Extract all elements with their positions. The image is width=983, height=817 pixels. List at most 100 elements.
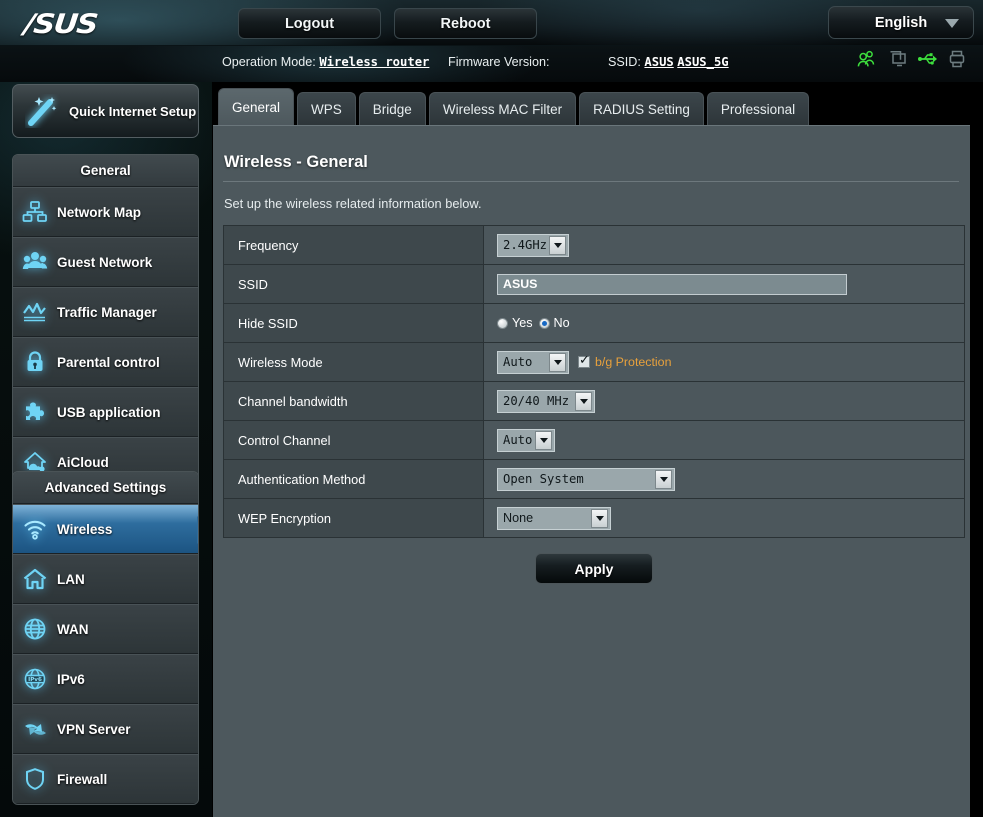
firmware-version-info: Firmware Version: — [448, 55, 549, 69]
channel-bandwidth-value-cell: 20/40 MHz — [484, 382, 964, 420]
sidebar-item-label: IPv6 — [57, 671, 85, 687]
sidebar-item-wireless[interactable]: Wireless — [13, 504, 198, 554]
logout-button[interactable]: Logout — [238, 8, 381, 39]
sidebar-item-label: Firewall — [57, 771, 108, 787]
wep-encryption-label: WEP Encryption — [224, 499, 484, 537]
operation-mode-value[interactable]: Wireless router — [319, 55, 429, 69]
chevron-down-icon — [591, 508, 608, 528]
sidebar-item-guest-network[interactable]: Guest Network — [13, 237, 198, 287]
wireless-mode-select[interactable]: Auto — [497, 350, 569, 374]
bg-protection-control: b/g Protection — [578, 353, 672, 369]
puzzle-icon — [13, 400, 57, 424]
sidebar-item-parental-control[interactable]: Parental control — [13, 337, 198, 387]
globe-icon — [13, 617, 57, 641]
magic-wand-icon — [25, 94, 61, 128]
sidebar-item-firewall[interactable]: Firewall — [13, 754, 198, 804]
sidebar-item-usb-application[interactable]: USB application — [13, 387, 198, 437]
channel-bandwidth-label: Channel bandwidth — [224, 382, 484, 420]
hide-ssid-radio-group: Yes No — [497, 316, 570, 330]
chevron-down-icon — [575, 391, 592, 411]
hide-ssid-no-label: No — [553, 316, 570, 330]
ssid-input[interactable] — [497, 273, 847, 295]
sidebar-item-lan[interactable]: LAN — [13, 554, 198, 604]
authentication-method-select-value: Open System — [503, 472, 584, 486]
sidebar-group-advanced-title: Advanced Settings — [13, 472, 198, 504]
bg-protection-checkbox[interactable] — [578, 353, 590, 368]
quick-internet-setup-label: Quick Internet Setup — [69, 103, 197, 119]
sidebar-item-label: USB application — [57, 404, 161, 420]
sidebar-item-network-map[interactable]: Network Map — [13, 187, 198, 237]
tab-bridge[interactable]: Bridge — [358, 92, 426, 126]
frequency-label: Frequency — [224, 226, 484, 264]
ssid-5g-link[interactable]: ASUS_5G — [677, 55, 728, 69]
form-row-authentication-method: Authentication Method Open System — [224, 460, 964, 499]
form-row-frequency: Frequency 2.4GHz — [224, 226, 964, 265]
frequency-select-value: 2.4GHz — [503, 238, 548, 252]
sidebar-group-general-title: General — [13, 155, 198, 187]
channel-bandwidth-select-value: 20/40 MHz — [503, 394, 570, 408]
channel-bandwidth-select[interactable]: 20/40 MHz — [497, 389, 595, 413]
tab-professional[interactable]: Professional — [706, 92, 810, 126]
wep-encryption-value-cell: None — [484, 499, 964, 537]
chevron-down-icon — [655, 469, 672, 489]
printer-icon[interactable] — [949, 50, 965, 68]
quick-internet-setup-button[interactable]: Quick Internet Setup — [12, 84, 199, 138]
sidebar-item-label: Guest Network — [57, 254, 153, 270]
status-icon-tray — [857, 50, 965, 68]
sidebar-item-vpn-server[interactable]: VPN Server — [13, 704, 198, 754]
asus-logo: /SUS — [22, 9, 99, 40]
sidebar-item-label: Traffic Manager — [57, 304, 157, 320]
sidebar-item-wan[interactable]: WAN — [13, 604, 198, 654]
lock-icon — [13, 350, 57, 374]
wireless-mode-value-cell: Auto b/g Protection — [484, 343, 964, 381]
hide-ssid-radio-no[interactable]: No — [538, 316, 570, 330]
reboot-button[interactable]: Reboot — [394, 8, 537, 39]
control-channel-label: Control Channel — [224, 421, 484, 459]
operation-mode-label: Operation Mode: — [222, 55, 316, 69]
control-channel-select-value: Auto — [503, 433, 533, 447]
ssid-info-label: SSID: — [608, 55, 641, 69]
sidebar-item-ipv6[interactable]: IPv6 IPv6 — [13, 654, 198, 704]
frequency-select[interactable]: 2.4GHz — [497, 233, 569, 257]
wireless-general-form: Frequency 2.4GHz SSID Hide SSID — [223, 225, 965, 538]
screens-icon[interactable] — [888, 50, 907, 68]
form-row-channel-bandwidth: Channel bandwidth 20/40 MHz — [224, 382, 964, 421]
sidebar-item-label: LAN — [57, 571, 85, 587]
page-title: Wireless - General — [224, 153, 368, 171]
authentication-method-label: Authentication Method — [224, 460, 484, 498]
ssid-24g-link[interactable]: ASUS — [644, 55, 673, 69]
language-select[interactable]: English — [828, 6, 974, 39]
tab-wps[interactable]: WPS — [297, 92, 356, 126]
authentication-method-select[interactable]: Open System — [497, 467, 675, 491]
wep-encryption-select-value: None — [503, 511, 534, 525]
bg-protection-label: b/g Protection — [595, 355, 672, 369]
form-row-ssid: SSID — [224, 265, 964, 304]
tab-bar: General WPS Bridge Wireless MAC Filter R… — [218, 88, 812, 126]
page-description: Set up the wireless related information … — [224, 196, 482, 211]
tab-general[interactable]: General — [218, 88, 295, 126]
firmware-version-label: Firmware Version: — [448, 55, 550, 69]
tab-radius-setting[interactable]: RADIUS Setting — [579, 92, 704, 126]
title-divider — [223, 181, 959, 182]
frequency-value-cell: 2.4GHz — [484, 226, 964, 264]
hide-ssid-radio-yes[interactable]: Yes — [497, 316, 533, 330]
sidebar-item-traffic-manager[interactable]: Traffic Manager — [13, 287, 198, 337]
control-channel-value-cell: Auto — [484, 421, 964, 459]
apply-button[interactable]: Apply — [535, 553, 653, 584]
hide-ssid-yes-label: Yes — [512, 316, 533, 330]
form-row-wep-encryption: WEP Encryption None — [224, 499, 964, 538]
router-admin-page: /SUS Logout Reboot English Operation Mod… — [0, 0, 983, 817]
control-channel-select[interactable]: Auto — [497, 428, 555, 452]
sidebar: Quick Internet Setup General Network Map… — [0, 82, 212, 817]
vpn-icon — [13, 717, 57, 741]
content-panel: Wireless - General Set up the wireless r… — [213, 125, 970, 817]
hide-ssid-label: Hide SSID — [224, 304, 484, 342]
house-icon — [13, 567, 57, 591]
sidebar-group-general: General Network Map Guest Network Traffi… — [12, 154, 199, 488]
usb-icon[interactable] — [918, 50, 938, 68]
wep-encryption-select[interactable]: None — [497, 506, 611, 530]
users-icon[interactable] — [857, 50, 877, 68]
ipv6-globe-icon: IPv6 — [13, 667, 57, 691]
tab-wireless-mac-filter[interactable]: Wireless MAC Filter — [428, 92, 577, 126]
wifi-icon — [13, 518, 57, 540]
